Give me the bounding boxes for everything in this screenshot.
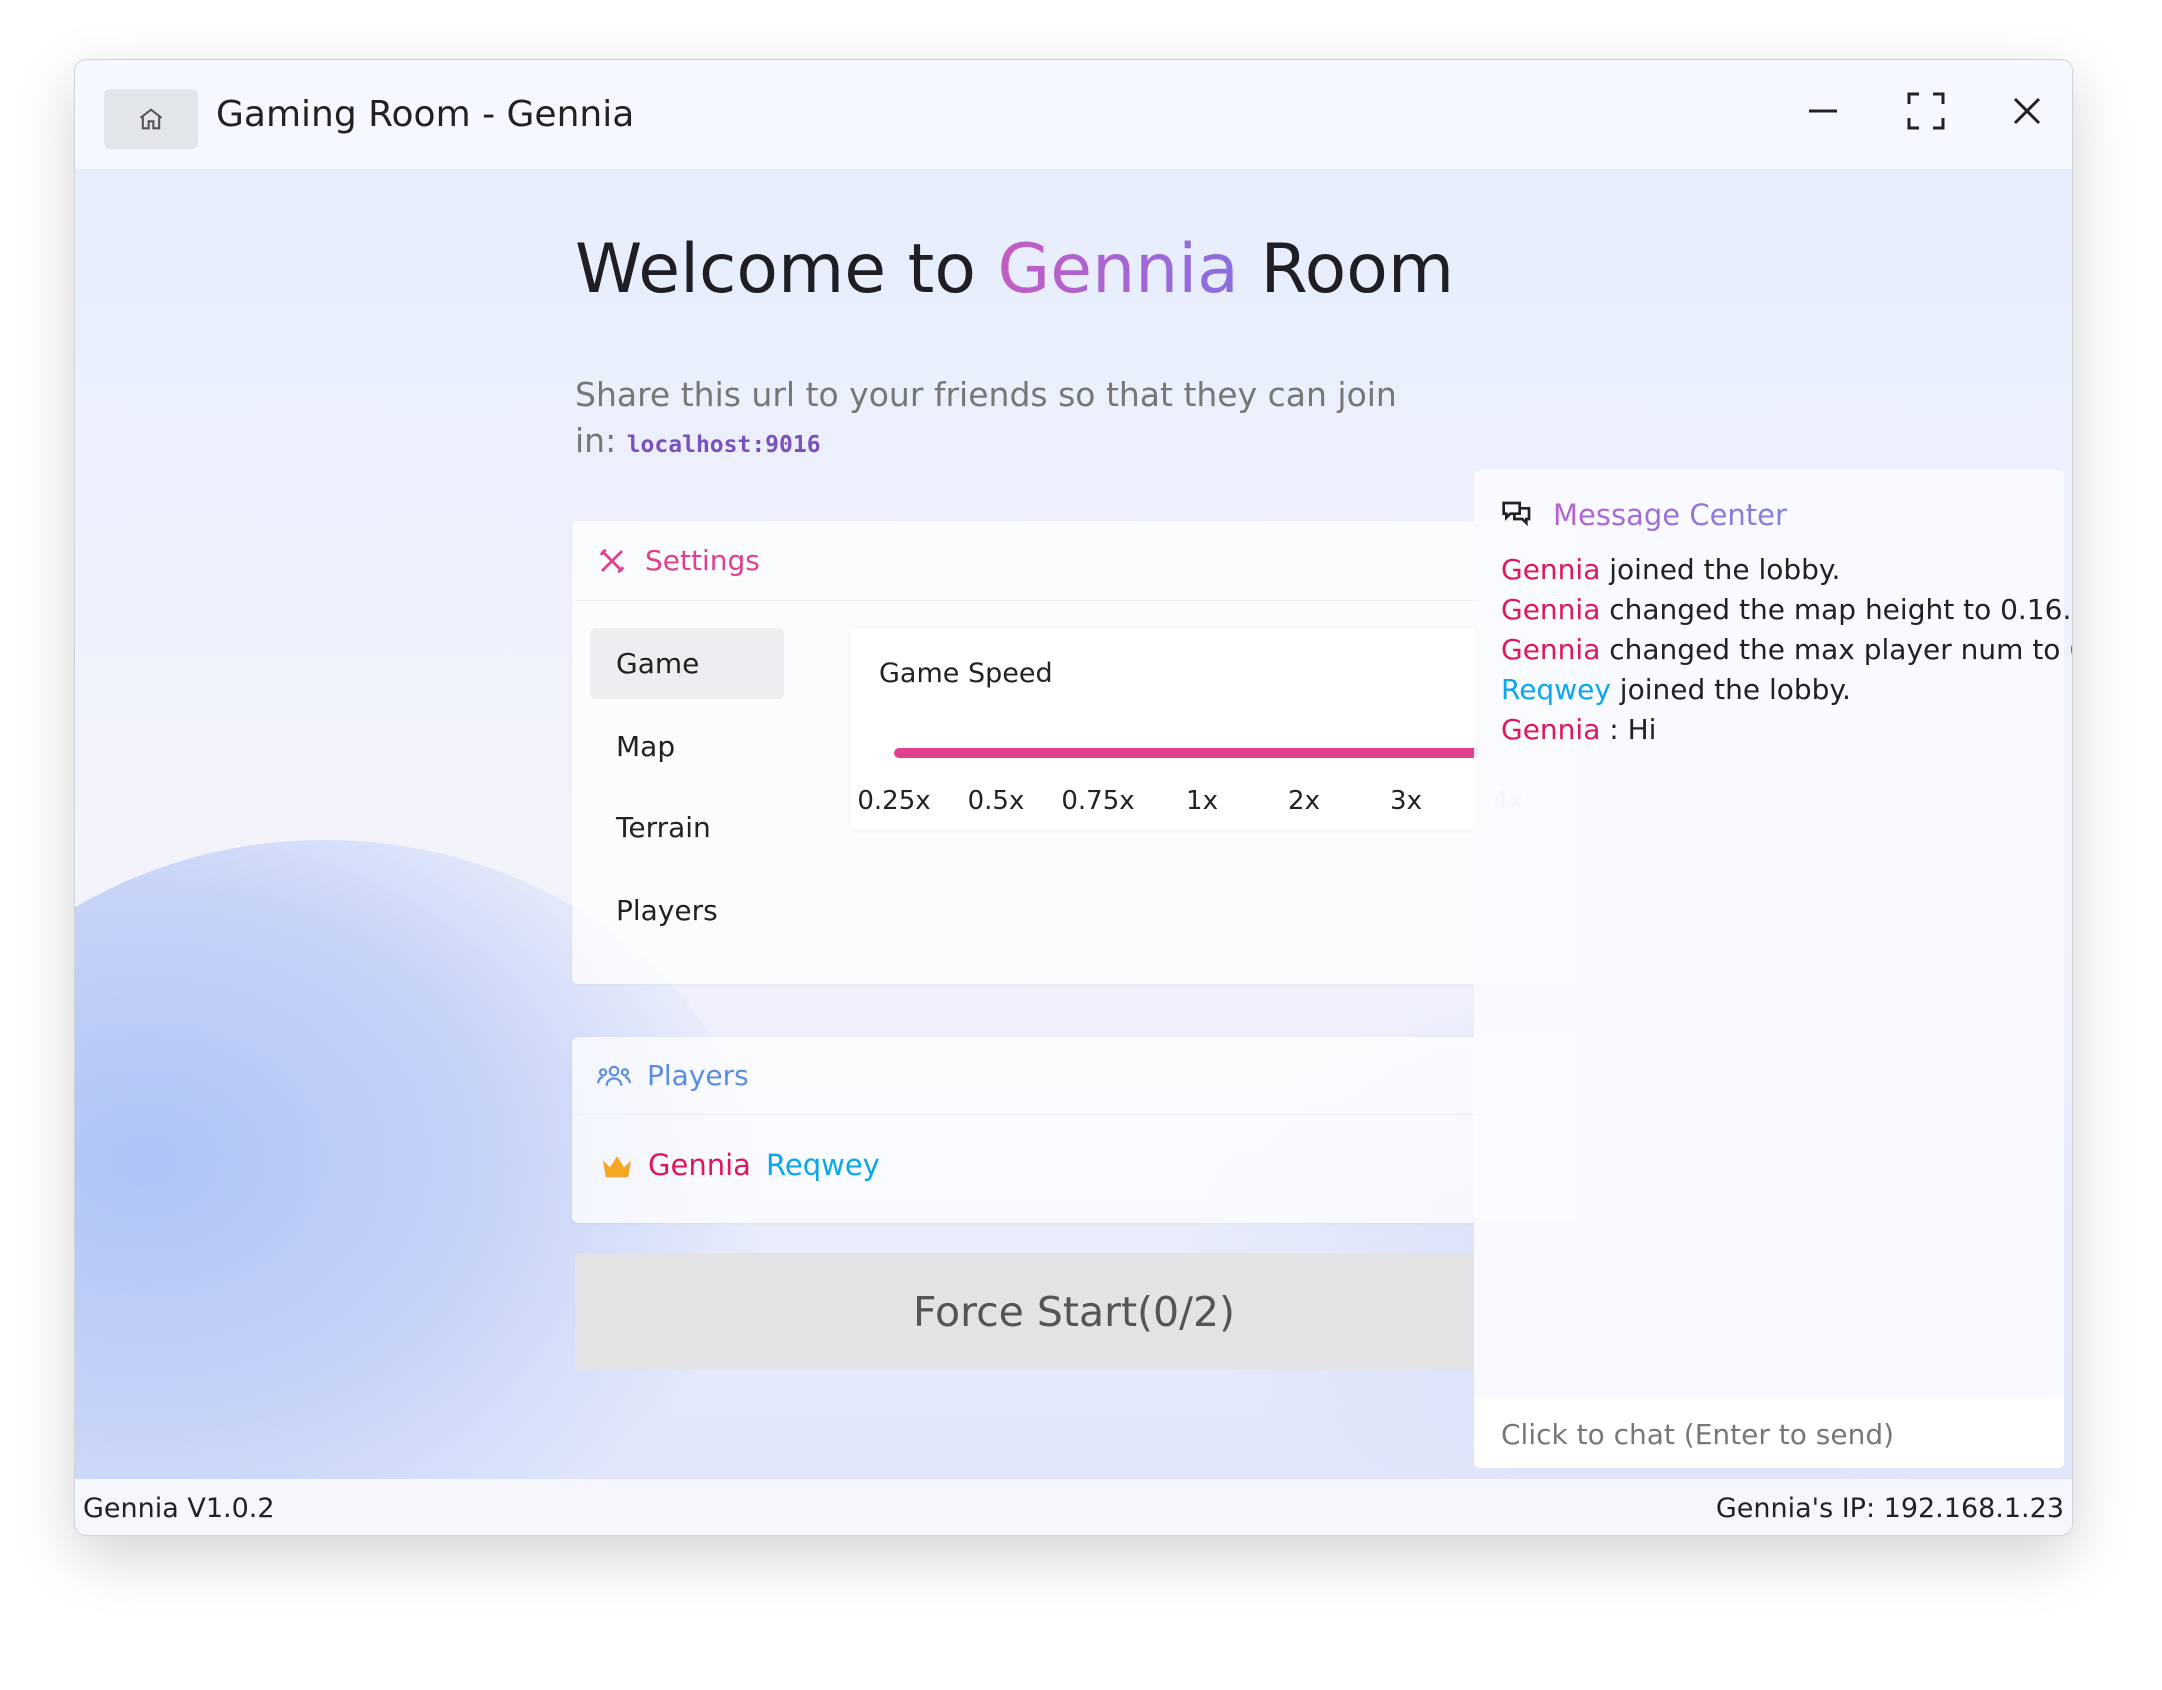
player-name: Reqwey (766, 1148, 880, 1182)
message-item: Gennia : Hi (1501, 713, 1657, 746)
ip-label: Gennia's IP: 192.168.1.23 (1715, 1492, 2064, 1524)
message-item: Gennia joined the lobby. (1501, 553, 1841, 586)
tools-icon (599, 548, 625, 573)
speed-tick[interactable]: 2x (1288, 786, 1320, 816)
settings-card: Settings Game Map Terrain Players Game S… (572, 521, 1576, 984)
player-name: Gennia (648, 1148, 751, 1182)
message-item: Gennia changed the map height to 0.16. (1501, 593, 2072, 626)
window-title: Gaming Room - Gennia (216, 94, 635, 135)
crown-icon (603, 1156, 631, 1178)
home-button[interactable] (104, 89, 198, 149)
force-start-button[interactable]: Force Start(0/2) (575, 1253, 1573, 1370)
maximize-button[interactable] (1901, 86, 1951, 136)
speed-tick[interactable]: 0.5x (968, 786, 1025, 816)
message-item: Reqwey joined the lobby. (1501, 673, 1851, 706)
game-speed-card: Game Speed 0.25x 0.5x 0.75x 1x 2x 3x 4x (850, 628, 1548, 830)
maximize-icon (1907, 92, 1945, 130)
speed-tick[interactable]: 0.75x (1061, 786, 1134, 816)
share-text: Share this url to your friends so that t… (575, 375, 1397, 460)
settings-tab-map[interactable]: Map (590, 711, 784, 782)
speed-tick[interactable]: 1x (1186, 786, 1218, 816)
status-bar: Gennia V1.0.2 Gennia's IP: 192.168.1.23 (75, 1479, 2072, 1535)
room-name: Gennia (997, 230, 1239, 309)
game-speed-label: Game Speed (879, 658, 1053, 689)
speed-tick[interactable]: 0.25x (857, 786, 930, 816)
settings-tab-players[interactable]: Players (590, 875, 784, 946)
app-window: Gaming Room - Gennia Welcome to Gennia R… (74, 59, 2073, 1536)
page-title: Welcome to Gennia Room (575, 230, 1455, 309)
title-bar: Gaming Room - Gennia (75, 60, 2072, 169)
version-label: Gennia V1.0.2 (83, 1492, 275, 1524)
message-center-header: Message Center (1501, 498, 1787, 532)
settings-tab-terrain[interactable]: Terrain (590, 792, 784, 863)
close-icon (2013, 97, 2041, 125)
settings-title: Settings (645, 544, 760, 577)
users-icon (597, 1065, 631, 1086)
minimize-icon (1809, 109, 1837, 113)
players-title: Players (647, 1059, 749, 1092)
chat-bubbles-icon (1502, 501, 1531, 527)
players-card: Players (572, 1037, 1576, 1223)
close-button[interactable] (2002, 86, 2052, 136)
settings-tab-game[interactable]: Game (590, 628, 784, 699)
chat-input[interactable]: Click to chat (Enter to send) (1474, 1398, 2064, 1468)
players-header: Players (572, 1037, 1576, 1115)
speed-tick[interactable]: 3x (1390, 786, 1422, 816)
message-item: Gennia changed the max player num to 6. (1501, 633, 2073, 666)
share-url[interactable]: localhost:9016 (627, 432, 821, 458)
game-speed-slider[interactable] (894, 748, 1494, 758)
home-icon (139, 108, 163, 130)
settings-header: Settings (572, 521, 1576, 601)
minimize-button[interactable] (1798, 86, 1848, 136)
message-center: Message Center Gennia joined the lobby. … (1474, 470, 2072, 1468)
